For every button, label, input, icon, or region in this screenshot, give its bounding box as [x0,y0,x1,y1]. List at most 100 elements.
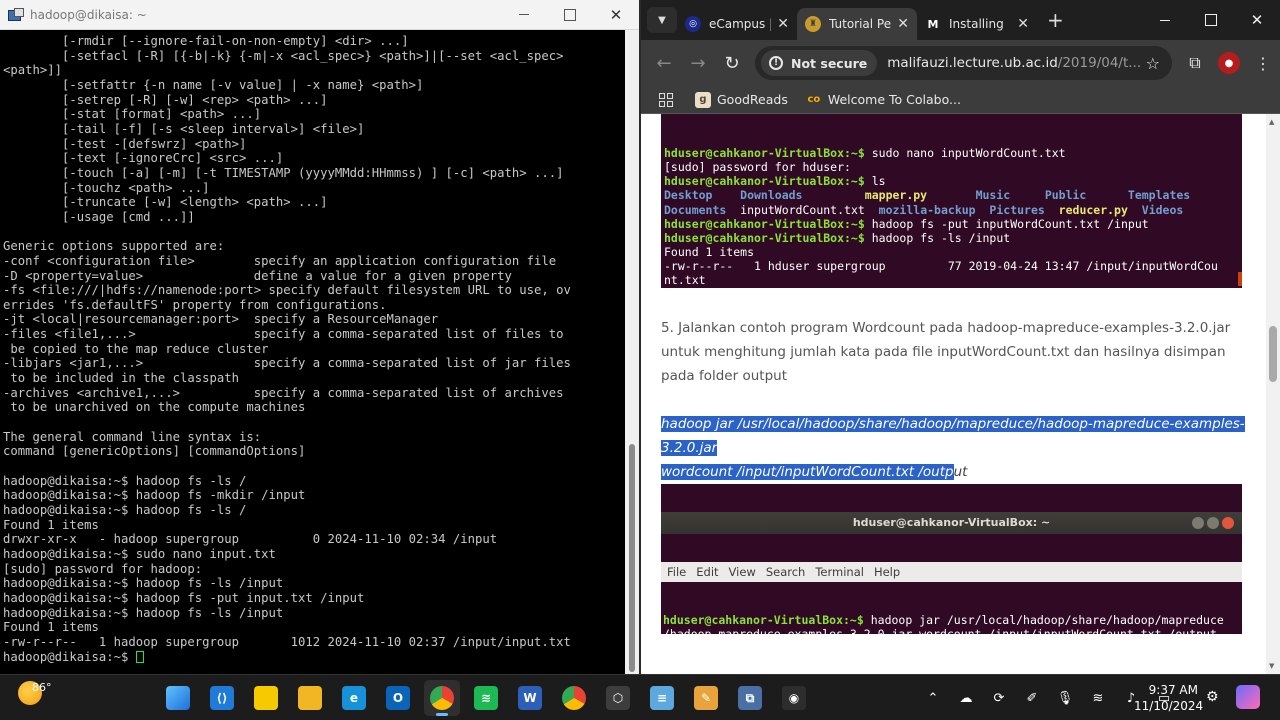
file-explorer-button[interactable] [292,680,328,716]
close-icon[interactable]: ✕ [1234,0,1280,40]
close-tab-icon[interactable]: ✕ [897,16,909,32]
selected-text: wordcount /input/inputWordCount.txt /out… [661,464,954,480]
terminal-segment: hduser@cahkanor-VirtualBox:~$ [664,230,872,245]
settings-gear-icon[interactable]: ⚙ [1206,689,1219,705]
terminal-line: command [genericOptions] [commandOptions… [3,444,306,459]
putty-scrollbar-thumb[interactable] [629,444,635,672]
bookmark-goodreads[interactable]: g GoodReads [695,91,788,108]
terminal-segment: Videos [1141,202,1184,217]
maximize-icon[interactable] [1188,0,1234,40]
close-icon[interactable]: ✕ [593,0,639,30]
vscode-button[interactable]: ⟨⟩ [204,680,240,716]
chrome-profile-button[interactable] [556,680,592,716]
maximize-icon [1207,517,1219,530]
clock[interactable]: 9:37 AM 11/10/2024 [1134,682,1204,714]
spotify-button[interactable]: ≋ [468,680,504,716]
minimize-icon[interactable] [501,0,547,30]
terminal-line: [-touchz <path> ...] [3,180,210,195]
terminal-screenshot-1: hduser@cahkanor-VirtualBox:~$ sudo nano … [661,114,1242,288]
terminal-line: [sudo] password for hadoop: [3,561,203,576]
copilot-icon[interactable] [1236,685,1260,709]
maximize-icon[interactable] [547,0,593,30]
tab-label: Tutorial Pe [829,17,892,31]
obs-button[interactable]: ◉ [776,680,812,716]
terminal-line: [-truncate [-w] <length> <path> ...] [3,195,328,210]
chrome-profile-icon [562,686,586,710]
terminal-line: -fs <file:///|hdfs://namenode:port> spec… [3,283,571,298]
pen-icon[interactable]: ✐ [1021,691,1043,706]
scroll-down-icon[interactable]: ▼ [1269,662,1274,670]
word-button[interactable]: W [512,680,548,716]
terminal-line: -files <file1,...> specify a comma-separ… [3,327,564,342]
putty-titlebar[interactable]: hadoop@dikaisa: ~ ✕ [0,0,639,30]
terminal-line: to be included in the classpath [3,371,240,386]
extensions-icon[interactable]: ⧉ [1178,46,1212,80]
spotify-icon: ≋ [474,686,498,710]
wifi-icon[interactable]: ≋ [1087,691,1109,706]
bookmark-label: GoodReads [717,92,788,107]
url-text[interactable]: malifauzi.lecture.ub.ac.id/2019/04/t... [887,55,1145,71]
command-snippet[interactable]: hadoop jar /usr/local/hadoop/share/hadoo… [661,412,1246,484]
clock-date: 11/10/2024 [1134,699,1204,713]
bookmark-star-icon[interactable]: ☆ [1146,54,1160,73]
edge-button[interactable]: e [336,680,372,716]
terminal-screenshot-2-text: hduser@cahkanor-VirtualBox:~$ hadoop jar… [661,611,1242,634]
tab-search-button[interactable]: ▼ [647,7,677,33]
tab-installing[interactable]: M Installing ✕ [917,8,1037,40]
unselected-text: ut [953,464,968,480]
minimize-icon[interactable] [1142,0,1188,40]
weather-widget[interactable]: 86° [18,681,52,705]
back-arrow-icon[interactable]: ← [647,46,681,80]
chrome-button[interactable] [424,680,460,716]
close-tab-icon[interactable]: ✕ [777,16,789,32]
menu-kebab-icon[interactable]: ⋮ [1246,46,1280,80]
microphone-icon[interactable]: 🎙 [1054,691,1076,706]
scroll-up-icon[interactable]: ▲ [1269,118,1274,126]
outlook-button[interactable]: O [380,680,416,716]
putty-terminal-output[interactable]: [-rmdir [--ignore-fail-on-non-empty] <di… [3,34,623,670]
tab-tutorial[interactable]: ♜ Tutorial Pe ✕ [797,8,917,40]
edge-icon: e [342,686,366,710]
reload-icon[interactable]: ↻ [715,46,749,80]
terminal-line: hadoop@dikaisa:~$ hadoop fs -ls /input [3,576,284,591]
profile-avatar[interactable]: ● [1212,46,1246,80]
virtualbox-button[interactable]: ⬡ [600,680,636,716]
close-tab-icon[interactable]: ✕ [1017,16,1029,32]
sticky-notes-button[interactable] [248,680,284,716]
sync-icon[interactable]: ⟳ [988,691,1010,706]
terminal-line: -conf <configuration file> specify an ap… [3,253,557,268]
tab-ecampus[interactable]: ◎ eCampus | ✕ [677,8,797,40]
terminal-line: hadoop@dikaisa:~$ hadoop fs -ls /input [3,605,284,620]
cloud-icon[interactable]: ☁ [955,691,977,706]
new-tab-button[interactable]: + [1047,8,1067,32]
menu-file: File [667,565,687,580]
putty-scrollbar[interactable] [625,30,639,674]
network-tool-button[interactable]: ⧉ [732,680,768,716]
notepad-button[interactable]: ≡ [644,680,680,716]
chrome-window: ▼ ◎ eCampus | ✕ ♜ Tutorial Pe ✕ M Instal… [641,0,1280,674]
apps-grid-icon[interactable] [659,92,673,107]
terminal-segment: mozilla-backup Pictures [878,202,1059,217]
address-bar[interactable]: ! Not secure malifauzi.lecture.ub.ac.id/… [755,46,1172,80]
putty-app-icon [8,7,24,22]
terminal-titlebar: hduser@cahkanor-VirtualBox: ~ [661,512,1242,535]
cursor-icon [135,650,144,663]
command-line-1: hadoop jar /usr/local/hadoop/share/hadoo… [661,412,1246,460]
paint-icon: ✎ [694,686,718,710]
url-host: malifauzi.lecture.ub.ac.id [887,55,1058,71]
terminal-prompt-line: hadoop@dikaisa:~$ [3,650,623,665]
forward-arrow-icon[interactable]: → [681,46,715,80]
security-indicator[interactable]: ! Not secure [761,50,878,76]
bookmark-colab[interactable]: co Welcome To Colabo... [806,92,960,108]
page-scrollbar[interactable]: ▲ ▼ [1266,114,1280,674]
terminal-line: [-touch [-a] [-m] [-t TIMESTAMP (yyyyMMd… [3,165,564,180]
terminal-line: -archives <archive1,...> specify a comma… [3,385,564,400]
paint-button[interactable]: ✎ [688,680,724,716]
terminal-segment: inputWordCount.txt [740,202,879,217]
close-icon [1222,517,1234,530]
page-scrollbar-thumb[interactable] [1269,326,1277,382]
chevron-up-icon[interactable]: ⌃ [922,691,944,706]
start-button-button[interactable] [160,680,196,716]
terminal-line: -D <property=value> define a value for a… [3,268,512,283]
